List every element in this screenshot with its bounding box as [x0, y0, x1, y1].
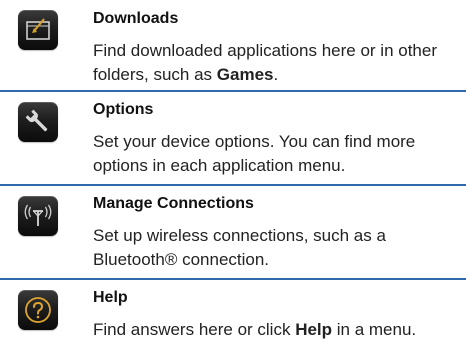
- manage-connections-text: Manage Connections Set up wireless conne…: [93, 194, 459, 272]
- help-text: Help Find answers here or click Help in …: [93, 288, 459, 342]
- options-text: Options Set your device options. You can…: [93, 100, 459, 178]
- bold-term-help: Help: [295, 320, 333, 339]
- list-item-options: Options Set your device options. You can…: [0, 92, 466, 186]
- item-title: Options: [93, 101, 154, 118]
- bold-term-games: Games: [216, 65, 274, 84]
- item-description: Find answers here or click Help in a men…: [93, 320, 417, 339]
- list-item-manage-connections: Manage Connections Set up wireless conne…: [0, 186, 466, 280]
- item-description: Set your device options. You can find mo…: [93, 132, 416, 175]
- downloads-folder-icon[interactable]: [18, 10, 58, 50]
- item-title: Manage Connections: [93, 195, 254, 212]
- wrench-icon[interactable]: [18, 102, 58, 142]
- item-description: Set up wireless connections, such as a B…: [93, 226, 386, 269]
- item-title: Help: [93, 289, 128, 306]
- list-item-help: Help Find answers here or click Help in …: [0, 280, 466, 362]
- wireless-antenna-icon[interactable]: [18, 196, 58, 236]
- item-description: Find downloaded applications here or in …: [93, 41, 438, 84]
- list-item-downloads: Downloads Find downloaded applications h…: [0, 0, 466, 92]
- downloads-text: Downloads Find downloaded applications h…: [93, 9, 459, 87]
- feature-list: Downloads Find downloaded applications h…: [0, 0, 466, 362]
- item-title: Downloads: [93, 10, 179, 27]
- help-question-icon[interactable]: [18, 290, 58, 330]
